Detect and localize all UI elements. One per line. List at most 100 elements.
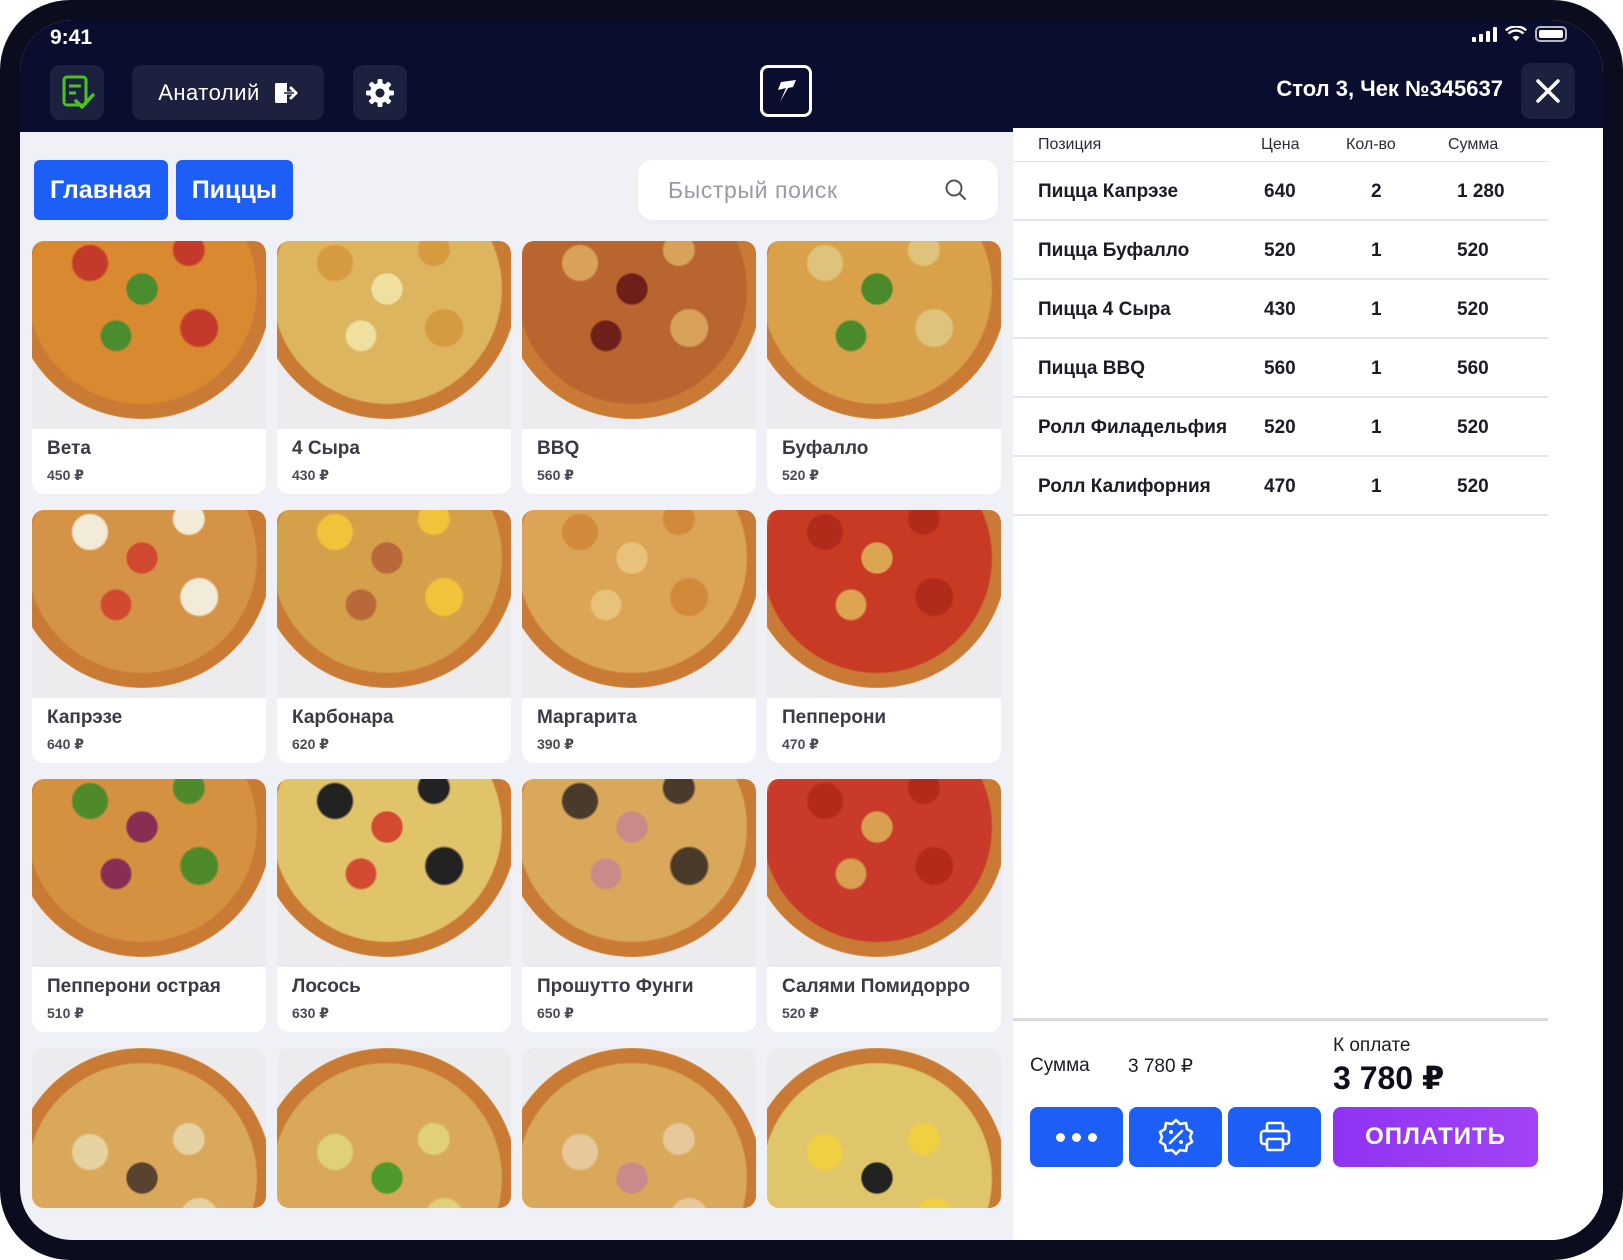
settings-button[interactable]	[353, 65, 407, 120]
order-item-qty: 1	[1371, 358, 1382, 379]
header-sum: Сумма	[1448, 136, 1499, 153]
product-card[interactable]: Пепперони острая 510 ₽	[32, 779, 266, 1032]
product-image	[277, 1048, 511, 1208]
pizza-image	[767, 241, 1001, 419]
order-item-name: Ролл Филадельфия	[1038, 417, 1228, 438]
product-image	[32, 1048, 266, 1208]
product-price: 510 ₽	[47, 1005, 84, 1021]
product-card[interactable]: Капрэзе 640 ₽	[32, 510, 266, 763]
pizza-image	[277, 510, 511, 688]
category-tabs: Главная Пиццы	[34, 160, 294, 220]
product-card[interactable]	[277, 1048, 511, 1208]
product-price: 470 ₽	[782, 736, 819, 752]
product-card[interactable]: 4 Сыра 430 ₽	[277, 241, 511, 494]
sum-value: 3 780 ₽	[1128, 1056, 1193, 1077]
product-name: Пепперони острая	[47, 976, 221, 997]
product-card[interactable]: BBQ 560 ₽	[522, 241, 756, 494]
user-name: Анатолий	[158, 79, 260, 105]
order-row[interactable]: Пицца 4 Сыра 430 1 520	[1013, 280, 1548, 339]
pizza-image	[522, 1048, 756, 1208]
product-card[interactable]: Пепперони 470 ₽	[767, 510, 1001, 763]
discount-icon	[1158, 1118, 1193, 1156]
header-price: Цена	[1261, 136, 1300, 153]
more-button[interactable]	[1030, 1107, 1123, 1167]
order-item-sum: 1 280	[1457, 181, 1505, 202]
pizza-image	[767, 510, 1001, 688]
product-card[interactable]: Вета 450 ₽	[32, 241, 266, 494]
order-item-qty: 1	[1371, 240, 1382, 261]
pizza-image	[277, 1048, 511, 1208]
pizza-image	[767, 779, 1001, 957]
battery-icon	[1535, 26, 1567, 42]
order-item-name: Пицца Буфалло	[1038, 240, 1190, 261]
product-image	[522, 779, 756, 967]
pizza-image	[32, 779, 266, 957]
close-button[interactable]	[1521, 63, 1575, 119]
pay-button[interactable]: ОПЛАТИТЬ	[1333, 1107, 1538, 1167]
order-row[interactable]: Ролл Калифорния 470 1 520	[1013, 457, 1548, 516]
product-price: 430 ₽	[292, 467, 329, 483]
sum-label: Сумма	[1030, 1055, 1090, 1076]
user-logout-button[interactable]: Анатолий	[132, 65, 324, 120]
pizza-image	[32, 241, 266, 419]
order-item-qty: 1	[1371, 476, 1382, 497]
table-check-title: Стол 3, Чек №345637	[1276, 76, 1503, 101]
product-image	[32, 779, 266, 967]
tab-main[interactable]: Главная	[34, 160, 168, 220]
product-name: Карбонара	[292, 707, 394, 728]
product-card[interactable]: Маргарита 390 ₽	[522, 510, 756, 763]
search-input[interactable]: Быстрый поиск	[638, 160, 998, 220]
product-card[interactable]	[32, 1048, 266, 1208]
order-row[interactable]: Ролл Филадельфия 520 1 520	[1013, 398, 1548, 457]
product-image	[277, 779, 511, 967]
order-item-price: 470	[1264, 476, 1296, 497]
device-frame: 9:41 Анатолий Стол 3, Чек №345637 Главна…	[0, 0, 1623, 1260]
order-item-price: 430	[1264, 299, 1296, 320]
product-price: 520 ₽	[782, 467, 819, 483]
product-image	[277, 510, 511, 698]
order-item-qty: 2	[1371, 181, 1382, 202]
order-item-qty: 1	[1371, 299, 1382, 320]
order-row[interactable]: Пицца Буфалло 520 1 520	[1013, 221, 1548, 280]
pizza-image	[32, 510, 266, 688]
product-name: 4 Сыра	[292, 438, 360, 459]
print-icon	[1259, 1121, 1290, 1152]
product-name: Капрэзе	[47, 707, 123, 728]
product-price: 630 ₽	[292, 1005, 329, 1021]
product-name: Маргарита	[537, 707, 637, 728]
product-price: 640 ₽	[47, 736, 84, 752]
order-row[interactable]: Пицца Капрэзе 640 2 1 280	[1013, 162, 1548, 221]
product-name: Лосось	[292, 976, 361, 997]
status-icons	[1472, 26, 1567, 42]
pizza-image	[32, 1048, 266, 1208]
pizza-image	[277, 779, 511, 957]
header-position: Позиция	[1038, 136, 1102, 153]
order-totals: Сумма 3 780 ₽ К оплате 3 780 ₽ ОПЛАТИТЬ	[1013, 1018, 1548, 1240]
tab-pizzas[interactable]: Пиццы	[175, 160, 294, 220]
product-card[interactable]: Карбонара 620 ₽	[277, 510, 511, 763]
product-image	[767, 510, 1001, 698]
search-icon	[945, 179, 966, 200]
pizza-image	[522, 779, 756, 957]
orders-button[interactable]	[50, 65, 104, 120]
discount-button[interactable]	[1129, 1107, 1222, 1167]
product-image	[277, 241, 511, 429]
pizza-image	[767, 1048, 1001, 1208]
product-name: Пепперони	[782, 707, 887, 728]
print-button[interactable]	[1228, 1107, 1321, 1167]
pizza-image	[522, 241, 756, 419]
pizza-image	[277, 241, 511, 419]
product-card[interactable]: Прошутто Фунги 650 ₽	[522, 779, 756, 1032]
order-item-sum: 560	[1457, 358, 1489, 379]
product-card[interactable]	[522, 1048, 756, 1208]
product-card[interactable]: Лосось 630 ₽	[277, 779, 511, 1032]
order-item-price: 640	[1264, 181, 1296, 202]
product-name: Салями Помидорро	[782, 976, 970, 997]
product-card[interactable]	[767, 1048, 1001, 1208]
gear-icon	[366, 78, 394, 107]
product-card[interactable]: Буфалло 520 ₽	[767, 241, 1001, 494]
order-row[interactable]: Пицца BBQ 560 1 560	[1013, 339, 1548, 398]
document-check-icon	[62, 75, 95, 109]
order-item-price: 520	[1264, 417, 1296, 438]
product-card[interactable]: Салями Помидорро 520 ₽	[767, 779, 1001, 1032]
